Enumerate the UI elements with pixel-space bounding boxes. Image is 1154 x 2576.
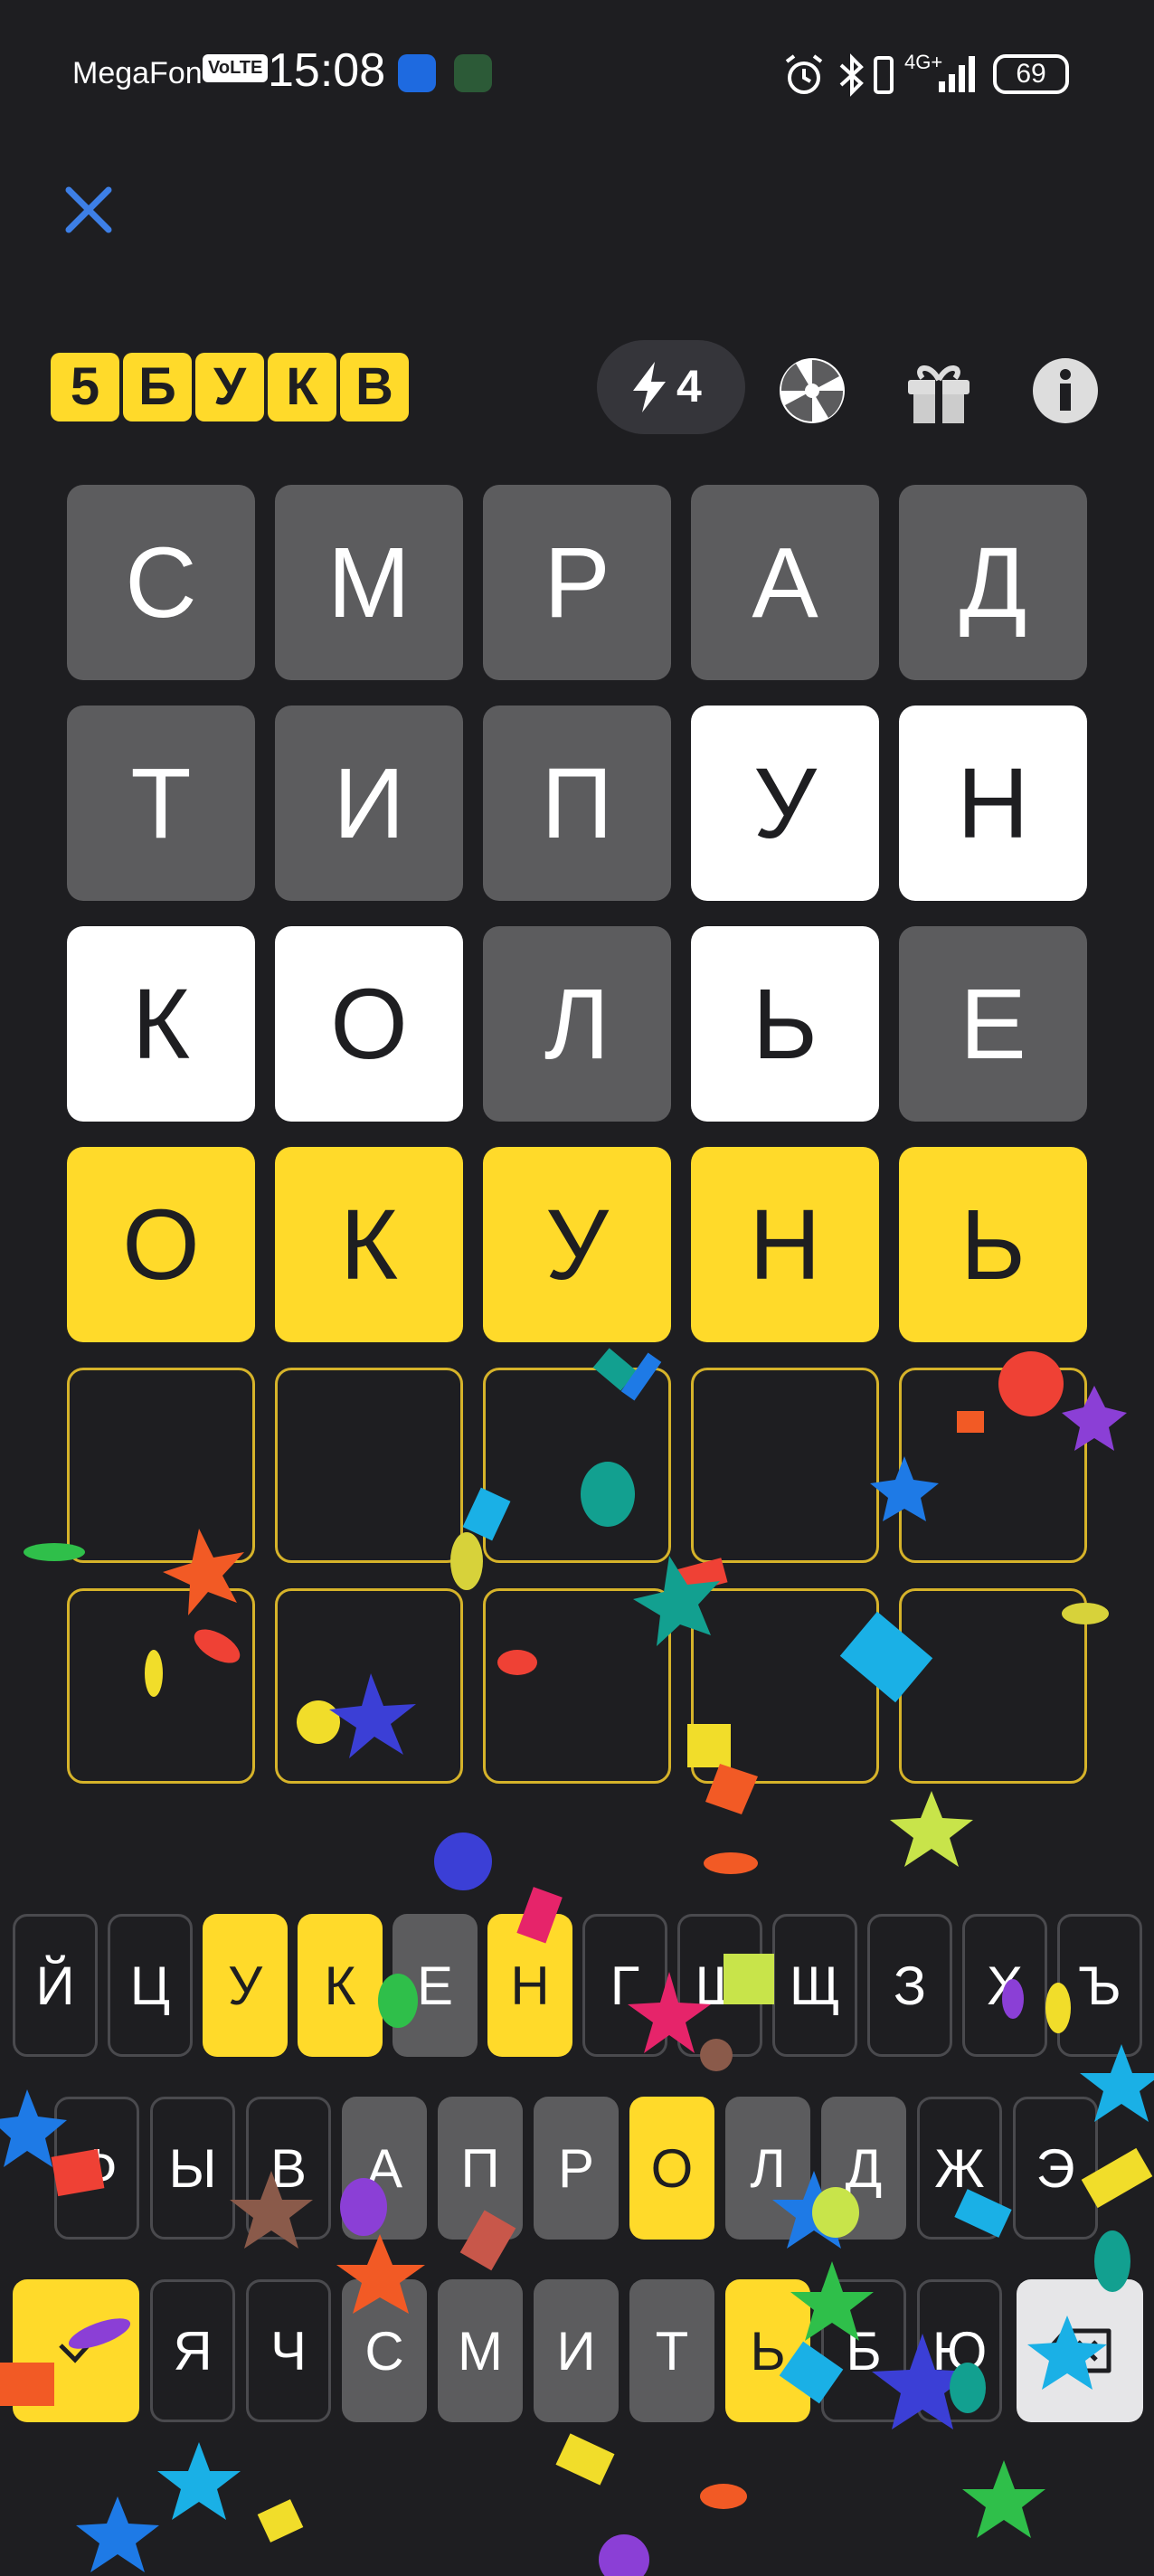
keyboard-key[interactable]: Ь (725, 2279, 810, 2422)
keyboard-key[interactable]: М (438, 2279, 523, 2422)
keyboard-key[interactable]: Ш (677, 1914, 762, 2057)
keyboard-key[interactable]: Ю (917, 2279, 1002, 2422)
letter-tile: Н (691, 1147, 879, 1342)
board-row: СМРАД (67, 485, 1089, 680)
keyboard-key[interactable]: Я (150, 2279, 235, 2422)
carrier-name: MegaFon (72, 56, 203, 90)
keyboard-key[interactable]: Л (725, 2097, 810, 2240)
battery-level: 69 (993, 54, 1069, 94)
backspace-icon (1045, 2328, 1111, 2373)
logo-letter: К (268, 353, 336, 421)
letter-tile (67, 1368, 255, 1563)
letter-tile: Д (899, 485, 1087, 680)
keyboard-key[interactable]: С (342, 2279, 427, 2422)
letter-tile (691, 1588, 879, 1784)
letter-tile (899, 1368, 1087, 1563)
keyboard-key[interactable]: Ы (150, 2097, 235, 2240)
keyboard-key[interactable]: Х (962, 1914, 1047, 2057)
keyboard-key[interactable]: Ф (54, 2097, 139, 2240)
close-icon[interactable] (60, 181, 118, 239)
keyboard-key[interactable]: Е (393, 1914, 478, 2057)
keyboard-key[interactable]: Ч (246, 2279, 331, 2422)
info-icon[interactable] (1029, 355, 1102, 427)
letter-tile: Р (483, 485, 671, 680)
letter-tile (67, 1588, 255, 1784)
enter-button[interactable] (13, 2279, 139, 2422)
letter-tile (483, 1368, 671, 1563)
letter-tile (275, 1368, 463, 1563)
wheel-icon[interactable] (776, 355, 848, 427)
volte-badge: VoLTE (203, 54, 269, 82)
board-row: КОЛЬЕ (67, 926, 1089, 1122)
lightning-icon (633, 362, 666, 412)
letter-tile (483, 1588, 671, 1784)
letter-tile: Ь (899, 1147, 1087, 1342)
keyboard-key[interactable]: Т (629, 2279, 714, 2422)
gift-icon[interactable] (903, 355, 975, 427)
status-bar: MegaFon VoLTE 15:08 4G+ 69 (0, 0, 1154, 145)
letter-tile (899, 1588, 1087, 1784)
letter-tile: П (483, 706, 671, 901)
letter-tile: И (275, 706, 463, 901)
energy-button[interactable]: 4 (597, 340, 745, 434)
keyboard-key[interactable]: О (629, 2097, 714, 2240)
logo-letter: У (195, 353, 264, 421)
keyboard-key[interactable]: Д (821, 2097, 906, 2240)
letter-tile: У (483, 1147, 671, 1342)
app-logo: 5 Б У К В (51, 353, 409, 421)
logo-letter: 5 (51, 353, 119, 421)
letter-tile: К (67, 926, 255, 1122)
letter-tile: Е (899, 926, 1087, 1122)
letter-tile: Н (899, 706, 1087, 901)
logo-letter: В (340, 353, 409, 421)
keyboard-key[interactable]: Н (487, 1914, 572, 2057)
signal-icon (939, 56, 975, 92)
keyboard-key[interactable]: Ц (108, 1914, 193, 2057)
board-row (67, 1368, 1089, 1563)
logo-letter: Б (123, 353, 192, 421)
letter-tile: С (67, 485, 255, 680)
letter-tile (691, 1368, 879, 1563)
keyboard-key[interactable]: Б (821, 2279, 906, 2422)
keyboard-key[interactable]: Ж (917, 2097, 1002, 2240)
keyboard-key[interactable]: Ъ (1057, 1914, 1142, 2057)
letter-tile: Ь (691, 926, 879, 1122)
keyboard-key[interactable]: З (867, 1914, 952, 2057)
keyboard-key[interactable]: П (438, 2097, 523, 2240)
alarm-icon (785, 54, 823, 94)
keyboard-key[interactable]: И (534, 2279, 619, 2422)
letter-tile: О (275, 926, 463, 1122)
keyboard-key[interactable]: Й (13, 1914, 98, 2057)
board-row (67, 1588, 1089, 1784)
letter-tile: К (275, 1147, 463, 1342)
vibrate-icon (874, 56, 894, 94)
bluetooth-icon (839, 53, 864, 97)
letter-tile: Л (483, 926, 671, 1122)
keyboard-key[interactable]: Э (1013, 2097, 1098, 2240)
letter-tile: А (691, 485, 879, 680)
letter-tile: У (691, 706, 879, 901)
checkmark-icon (59, 2340, 93, 2363)
board-row: ТИПУН (67, 706, 1089, 901)
keyboard-key[interactable]: К (298, 1914, 383, 2057)
letter-tile: О (67, 1147, 255, 1342)
keyboard-key[interactable]: У (203, 1914, 288, 2057)
letter-tile (275, 1588, 463, 1784)
keyboard-key[interactable]: Р (534, 2097, 619, 2240)
keyboard-key[interactable]: Г (582, 1914, 667, 2057)
status-time: 15:08 (268, 44, 386, 97)
energy-count: 4 (676, 361, 702, 412)
keyboard-key[interactable]: В (246, 2097, 331, 2240)
board-row: ОКУНЬ (67, 1147, 1089, 1342)
notification-app-icon (398, 54, 436, 92)
keyboard-key[interactable]: Щ (772, 1914, 857, 2057)
backspace-button[interactable] (1017, 2279, 1143, 2422)
game-board: СМРАДТИПУНКОЛЬЕОКУНЬ (67, 485, 1089, 1809)
keyboard-key[interactable]: А (342, 2097, 427, 2240)
notification-app-icon-2 (454, 54, 492, 92)
letter-tile: Т (67, 706, 255, 901)
letter-tile: М (275, 485, 463, 680)
